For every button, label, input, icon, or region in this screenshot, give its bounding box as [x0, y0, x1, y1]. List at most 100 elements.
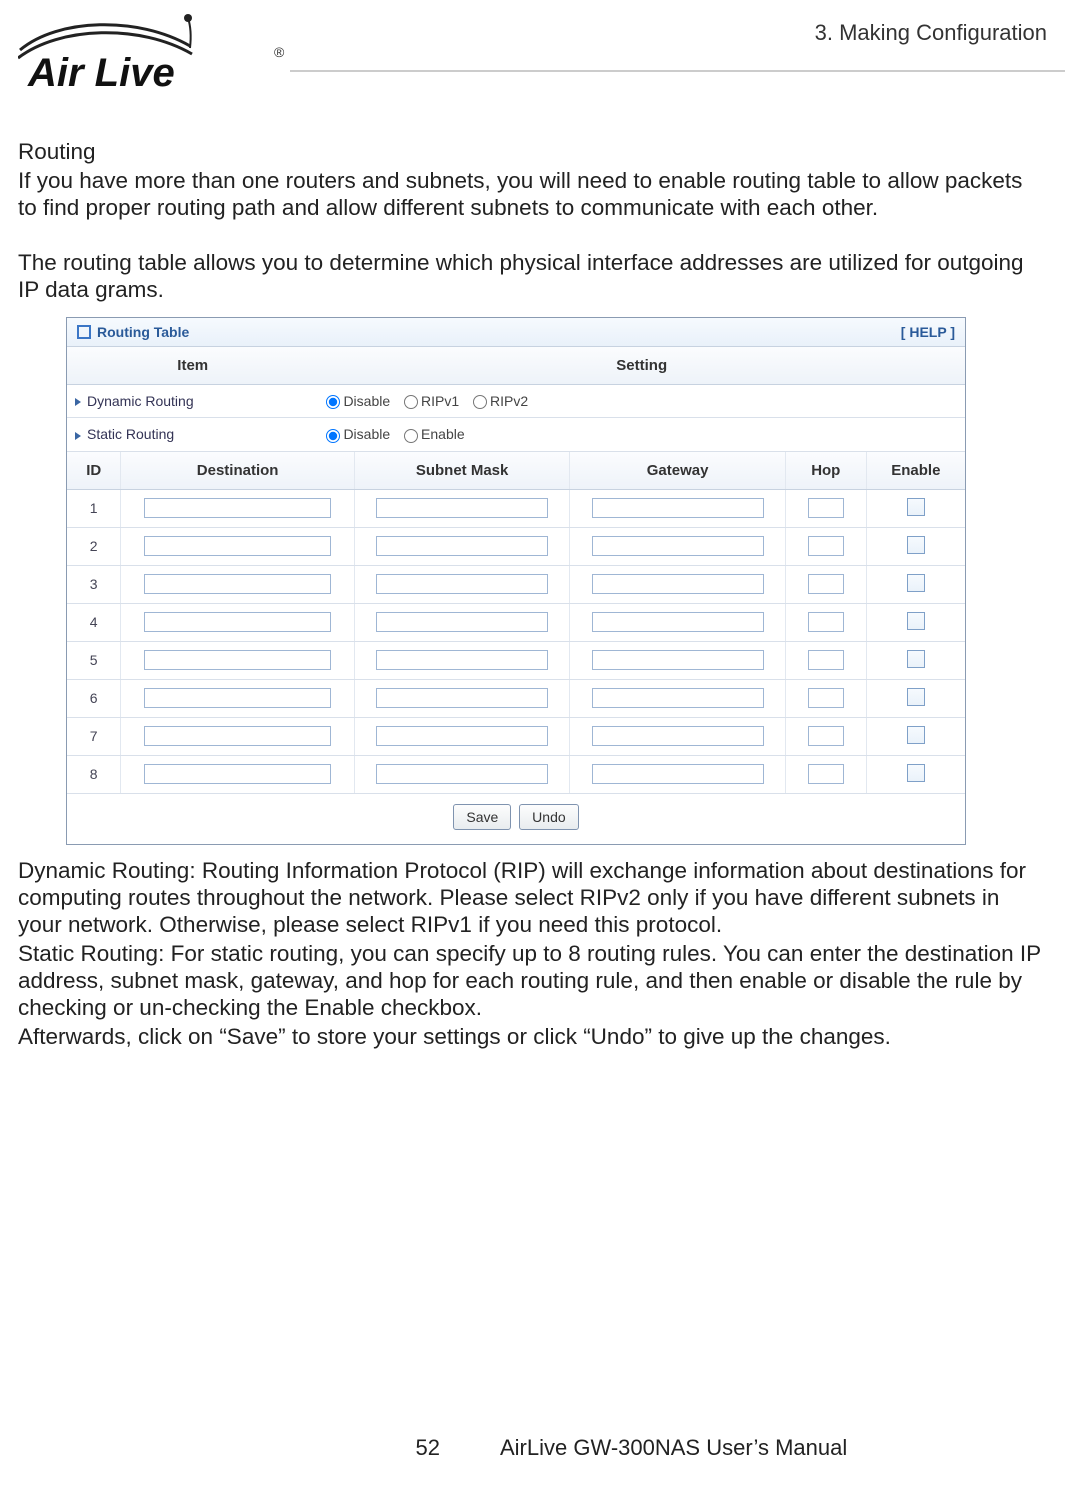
hop-input[interactable]: [808, 536, 844, 556]
gateway-input[interactable]: [592, 764, 764, 784]
destination-input[interactable]: [144, 726, 331, 746]
row-id: 2: [67, 527, 121, 565]
gateway-input[interactable]: [592, 612, 764, 632]
routes-table: ID Destination Subnet Mask Gateway Hop E…: [67, 452, 965, 794]
gateway-input[interactable]: [592, 650, 764, 670]
page-footer: 52 AirLive GW-300NAS User’s Manual: [0, 1435, 1065, 1461]
row-static-routing: Static Routing: [67, 418, 318, 451]
destination-input[interactable]: [144, 764, 331, 784]
svg-text:Air Live: Air Live: [27, 51, 175, 95]
dynamic-ripv1-radio[interactable]: [404, 395, 418, 409]
enable-checkbox[interactable]: [907, 688, 925, 706]
hop-input[interactable]: [808, 650, 844, 670]
static-enable-radio[interactable]: [404, 429, 418, 443]
manual-title: AirLive GW-300NAS User’s Manual: [500, 1435, 1065, 1461]
col-id: ID: [67, 452, 121, 490]
table-row: 1: [67, 489, 965, 527]
row-id: 7: [67, 717, 121, 755]
subnet-mask-input[interactable]: [376, 536, 548, 556]
col-enable: Enable: [866, 452, 965, 490]
row-id: 3: [67, 565, 121, 603]
dynamic-ripv1-option[interactable]: RIPv1: [404, 393, 459, 409]
dynamic-ripv2-option[interactable]: RIPv2: [473, 393, 528, 409]
enable-checkbox[interactable]: [907, 612, 925, 630]
enable-checkbox[interactable]: [907, 726, 925, 744]
subnet-mask-input[interactable]: [376, 574, 548, 594]
col-destination: Destination: [121, 452, 354, 490]
dynamic-ripv2-radio[interactable]: [473, 395, 487, 409]
subnet-mask-input[interactable]: [376, 612, 548, 632]
gateway-input[interactable]: [592, 726, 764, 746]
static-disable-option[interactable]: Disable: [326, 426, 390, 442]
arrow-icon: [75, 432, 81, 440]
intro-text: Routing If you have more than one router…: [18, 138, 1047, 303]
subnet-mask-input[interactable]: [376, 498, 548, 518]
subnet-mask-input[interactable]: [376, 650, 548, 670]
hop-input[interactable]: [808, 726, 844, 746]
page-number: 52: [0, 1435, 500, 1461]
destination-input[interactable]: [144, 536, 331, 556]
enable-checkbox[interactable]: [907, 536, 925, 554]
destination-input[interactable]: [144, 574, 331, 594]
row-id: 6: [67, 679, 121, 717]
subnet-mask-input[interactable]: [376, 726, 548, 746]
static-disable-radio[interactable]: [326, 429, 340, 443]
destination-input[interactable]: [144, 688, 331, 708]
gateway-input[interactable]: [592, 536, 764, 556]
intro-paragraph-1: If you have more than one routers and su…: [18, 167, 1047, 221]
dynamic-disable-radio[interactable]: [326, 395, 340, 409]
save-button[interactable]: Save: [453, 804, 511, 830]
enable-checkbox[interactable]: [907, 498, 925, 516]
outro-paragraph-2: Static Routing: For static routing, you …: [18, 940, 1047, 1021]
hop-input[interactable]: [808, 688, 844, 708]
outro-text: Dynamic Routing: Routing Information Pro…: [18, 857, 1047, 1050]
row-id: 5: [67, 641, 121, 679]
subnet-mask-input[interactable]: [376, 764, 548, 784]
panel-bullet-icon: [77, 325, 91, 339]
header-divider: [290, 70, 1065, 72]
col-item: Item: [67, 347, 318, 385]
row-id: 4: [67, 603, 121, 641]
heading-routing: Routing: [18, 138, 1047, 165]
col-gateway: Gateway: [570, 452, 786, 490]
hop-input[interactable]: [808, 498, 844, 518]
gateway-input[interactable]: [592, 574, 764, 594]
enable-checkbox[interactable]: [907, 574, 925, 592]
table-row: 6: [67, 679, 965, 717]
subnet-mask-input[interactable]: [376, 688, 548, 708]
registered-icon: ®: [274, 44, 284, 60]
col-hop: Hop: [785, 452, 866, 490]
help-link[interactable]: [ HELP ]: [901, 324, 955, 340]
manual-page: 3. Making Configuration Air Live ® Routi…: [0, 0, 1065, 1489]
destination-input[interactable]: [144, 650, 331, 670]
enable-checkbox[interactable]: [907, 650, 925, 668]
outro-paragraph-1: Dynamic Routing: Routing Information Pro…: [18, 857, 1047, 938]
hop-input[interactable]: [808, 574, 844, 594]
dynamic-disable-option[interactable]: Disable: [326, 393, 390, 409]
table-row: 8: [67, 755, 965, 793]
table-row: 4: [67, 603, 965, 641]
settings-table: Item Setting Dynamic Routing Disable RIP…: [67, 347, 965, 452]
table-row: 7: [67, 717, 965, 755]
gateway-input[interactable]: [592, 688, 764, 708]
arrow-icon: [75, 398, 81, 406]
section-label: 3. Making Configuration: [815, 20, 1047, 46]
static-enable-option[interactable]: Enable: [404, 426, 465, 442]
panel-title-text: Routing Table: [97, 324, 189, 340]
button-row: Save Undo: [67, 794, 965, 844]
enable-checkbox[interactable]: [907, 764, 925, 782]
hop-input[interactable]: [808, 764, 844, 784]
intro-paragraph-2: The routing table allows you to determin…: [18, 249, 1047, 303]
undo-button[interactable]: Undo: [519, 804, 578, 830]
row-dynamic-routing: Dynamic Routing: [67, 385, 318, 418]
destination-input[interactable]: [144, 498, 331, 518]
panel-titlebar: Routing Table [ HELP ]: [67, 318, 965, 347]
hop-input[interactable]: [808, 612, 844, 632]
table-row: 3: [67, 565, 965, 603]
col-subnet-mask: Subnet Mask: [354, 452, 570, 490]
routing-table-panel: Routing Table [ HELP ] Item Setting Dyna…: [66, 317, 966, 845]
table-row: 5: [67, 641, 965, 679]
gateway-input[interactable]: [592, 498, 764, 518]
row-id: 1: [67, 489, 121, 527]
destination-input[interactable]: [144, 612, 331, 632]
